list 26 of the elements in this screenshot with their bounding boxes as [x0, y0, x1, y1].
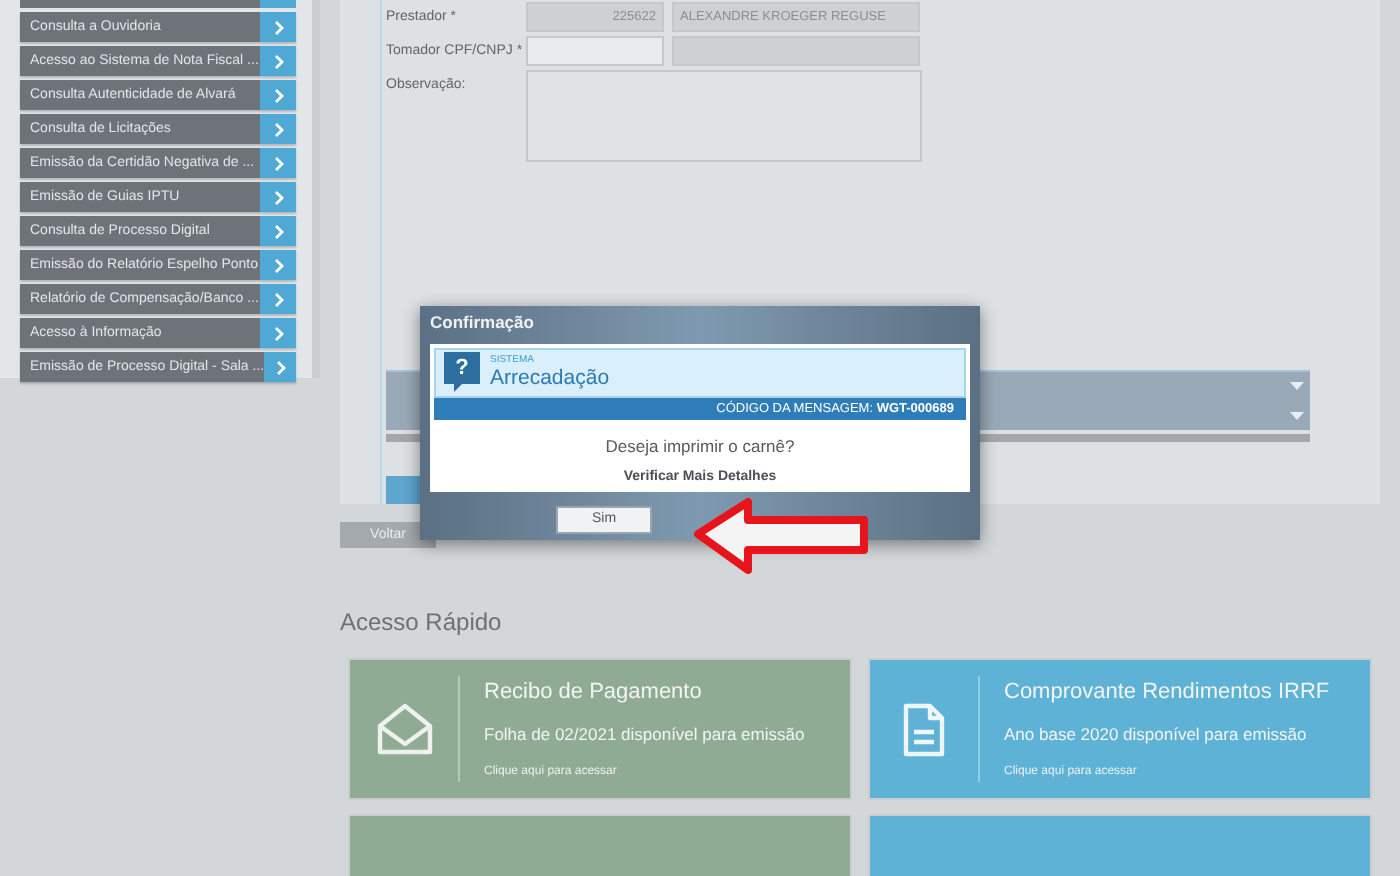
input-field[interactable] — [526, 36, 664, 66]
chevron-right-icon — [273, 257, 283, 273]
envelope-icon — [375, 702, 433, 756]
dialog-message: Deseja imprimir o carnê? — [605, 433, 795, 459]
system-name: Arrecadação — [490, 366, 610, 391]
chevron-right-icon — [273, 87, 283, 103]
chevron-right-icon — [273, 121, 283, 137]
chevron-right-icon — [273, 223, 283, 239]
card-title: Comprovante Rendimentos IRRF — [1004, 678, 1330, 709]
document-icon — [902, 701, 946, 757]
section-title: Acesso Rápido — [340, 608, 504, 636]
chevron-right-icon — [273, 291, 283, 307]
textarea-field[interactable] — [526, 70, 922, 162]
chevron-right-icon — [273, 53, 283, 69]
card-title: Recibo de Pagamento — [484, 678, 704, 709]
card-subtitle: Ano base 2020 disponível para emissão — [1004, 721, 1309, 748]
card-subtitle: Folha de 02/2021 disponível para emissão — [484, 721, 805, 748]
caret-down-icon — [1290, 382, 1304, 391]
chevron-right-icon — [273, 19, 283, 35]
caret-down-icon — [1290, 411, 1304, 420]
chevron-right-icon — [273, 189, 283, 205]
chevron-right-icon — [273, 325, 283, 341]
chevron-right-icon — [275, 359, 286, 375]
dialog-title: Confirmação — [428, 310, 536, 336]
question-icon: ? — [444, 352, 480, 393]
chevron-right-icon — [273, 155, 283, 171]
